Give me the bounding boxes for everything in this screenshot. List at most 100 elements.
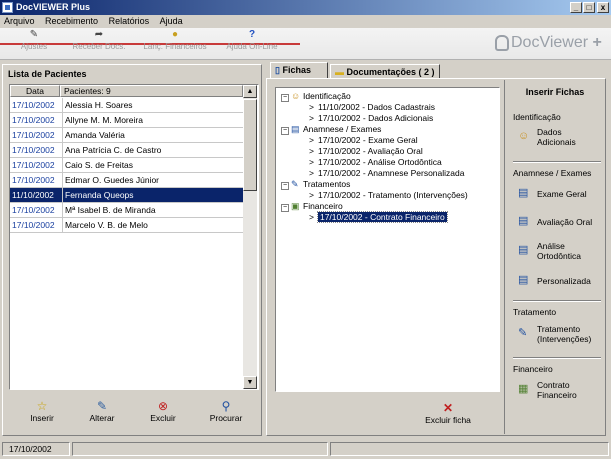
scroll-up-button[interactable]: ▲	[243, 85, 257, 98]
inserir-fichas-title: Inserir Fichas	[525, 87, 585, 97]
inserir-ficha-label: Adicionais	[537, 137, 576, 147]
patient-name: Allyne M. M. Moreira	[62, 113, 143, 128]
tree-item[interactable]: >17/10/2002 - Tratamento (Intervenções)	[309, 190, 468, 201]
inserir-ficha-item[interactable]: ☺ Dados Adicionais	[518, 127, 602, 149]
side-section-title: Financeiro	[513, 364, 553, 374]
inserir-ficha-label: Financeiro	[537, 390, 577, 400]
tree-item[interactable]: >17/10/2002 - Avaliação Oral	[309, 146, 423, 157]
tree-item[interactable]: >17/10/2002 - Exame Geral	[309, 135, 418, 146]
tree-group[interactable]: − ▣ Financeiro	[281, 201, 343, 212]
folder-icon: ▬	[335, 67, 344, 77]
docviewer-logo: DocViewer +	[495, 34, 602, 52]
excluir-ficha-button[interactable]: ✕ Excluir ficha	[418, 401, 478, 425]
menu-recebimento[interactable]: Recebimento	[45, 16, 98, 26]
collapse-icon[interactable]: −	[281, 127, 289, 135]
inserir-ficha-label: Ortodôntica	[537, 251, 581, 261]
receber-docs-label: Receber Docs.	[72, 42, 126, 51]
patient-date: 17/10/2002	[12, 175, 55, 185]
procurar-button[interactable]: ⚲ Procurar	[204, 399, 248, 423]
receber-docs-button[interactable]: ➦ Receber Docs.	[70, 30, 128, 52]
inserir-ficha-label: Contrato	[537, 380, 570, 390]
patient-date: 17/10/2002	[12, 145, 55, 155]
side-section-title: Tratamento	[513, 307, 557, 317]
patient-row[interactable]: 17/10/2002 Edmar O. Guedes Júnior	[10, 173, 243, 188]
patient-row[interactable]: 17/10/2002 Mª Isabel B. de Miranda	[10, 203, 243, 218]
alterar-button[interactable]: ✎ Alterar	[80, 399, 124, 423]
patient-date: 17/10/2002	[12, 130, 55, 140]
inserir-button[interactable]: ☆ Inserir	[20, 399, 64, 423]
collapse-icon[interactable]: −	[281, 94, 289, 102]
tab-documentacoes[interactable]: ▬ Documentações ( 2 )	[330, 64, 440, 79]
wrench-icon: ✎	[29, 29, 39, 40]
arrow-icon: >	[309, 168, 314, 178]
patient-row[interactable]: 17/10/2002 Allyne M. M. Moreira	[10, 113, 243, 128]
excluir-button[interactable]: ⊗ Excluir	[141, 399, 185, 423]
tree-item[interactable]: >17/10/2002 - Análise Ortodôntica	[309, 157, 442, 168]
tree-group[interactable]: − ✎ Tratamentos	[281, 179, 350, 190]
patient-date: 17/10/2002	[12, 100, 55, 110]
lanc-financeiros-button[interactable]: ● Lanç. Financeiros	[140, 30, 210, 52]
scroll-down-button[interactable]: ▼	[243, 376, 257, 389]
x-icon: ✕	[442, 401, 454, 415]
section-divider	[513, 300, 601, 302]
help-icon: ?	[248, 29, 256, 40]
inserir-label: Inserir	[30, 413, 54, 423]
patient-row[interactable]: 17/10/2002 Alessia H. Soares	[10, 98, 243, 113]
patient-row[interactable]: 11/10/2002 Fernanda Queops	[10, 188, 243, 203]
tree-item-label: 17/10/2002 - Exame Geral	[317, 135, 418, 145]
close-button[interactable]: x	[597, 2, 609, 13]
tree-item[interactable]: >17/10/2002 - Dados Adicionais	[309, 113, 433, 124]
tree-group-label: Identificação	[303, 91, 351, 101]
delete-icon: ⊗	[157, 399, 169, 413]
maximize-button[interactable]: □	[583, 2, 595, 13]
document-icon: ▤	[518, 274, 529, 286]
tree-group-label: Tratamentos	[303, 179, 351, 189]
inserir-ficha-item[interactable]: ▤ Exame Geral	[518, 187, 602, 209]
inserir-ficha-item[interactable]: ▤ Análise Ortodôntica	[518, 241, 602, 263]
side-section-title: Identificação	[513, 112, 561, 122]
ajuda-online-label: Ajuda On-Line	[226, 42, 278, 51]
inserir-ficha-item[interactable]: ✎ Tratamento (Intervenções)	[518, 324, 602, 346]
tree-item[interactable]: >17/10/2002 - Contrato Financeiro	[309, 211, 448, 223]
patient-row[interactable]: 17/10/2002 Amanda Valéria	[10, 128, 243, 143]
status-panel-3	[330, 442, 609, 456]
menu-ajuda[interactable]: Ajuda	[160, 16, 183, 26]
tree-group[interactable]: − ☺ Identificação	[281, 91, 351, 102]
patient-row[interactable]: 17/10/2002 Marcelo V. B. de Melo	[10, 218, 243, 233]
tree-item[interactable]: >17/10/2002 - Anamnese Personalizada	[309, 168, 464, 179]
patient-date: 17/10/2002	[12, 115, 55, 125]
arrow-icon: >	[309, 146, 314, 156]
column-header-patients[interactable]: Pacientes: 9	[60, 85, 243, 97]
inserir-ficha-item[interactable]: ▦ Contrato Financeiro	[518, 380, 602, 402]
menu-relatorios[interactable]: Relatórios	[109, 16, 150, 26]
ajustes-button[interactable]: ✎ Ajustes	[14, 29, 54, 52]
status-panel-2	[72, 442, 328, 456]
tab-fichas[interactable]: ▯ Fichas	[270, 62, 328, 79]
scroll-thumb[interactable]	[243, 99, 257, 191]
page-icon: ▯	[275, 65, 280, 75]
arrow-icon: >	[309, 102, 314, 112]
collapse-icon[interactable]: −	[281, 204, 289, 212]
tree-item[interactable]: >11/10/2002 - Dados Cadastrais	[309, 102, 435, 113]
tree-group[interactable]: − ▤ Anamnese / Exames	[281, 124, 381, 135]
syringe-icon: ✎	[518, 327, 528, 339]
patient-date: 17/10/2002	[12, 160, 55, 170]
column-header-date[interactable]: Data	[10, 85, 60, 97]
minimize-button[interactable]: _	[570, 2, 582, 13]
edit-icon: ✎	[96, 399, 108, 413]
patient-row[interactable]: 17/10/2002 Caio S. de Freitas	[10, 158, 243, 173]
collapse-icon[interactable]: −	[281, 182, 289, 190]
ajuda-online-button[interactable]: ? Ajuda On-Line	[222, 29, 282, 52]
excluir-label: Excluir	[150, 413, 176, 423]
patient-row[interactable]: 17/10/2002 Ana Patrícia C. de Castro	[10, 143, 243, 158]
inserir-ficha-item[interactable]: ▤ Avaliação Oral	[518, 215, 602, 237]
document-icon: ▤	[518, 187, 529, 199]
menu-arquivo[interactable]: Arquivo	[4, 16, 35, 26]
alterar-label: Alterar	[89, 413, 115, 423]
tree-item-label: 17/10/2002 - Contrato Financeiro	[316, 211, 448, 223]
tree-item-label: 11/10/2002 - Dados Cadastrais	[317, 102, 435, 112]
patient-name: Ana Patrícia C. de Castro	[62, 143, 161, 158]
inserir-ficha-item[interactable]: ▤ Personalizada	[518, 274, 602, 296]
app-icon	[2, 2, 13, 13]
tree-item-label: 17/10/2002 - Tratamento (Intervenções)	[317, 190, 468, 200]
